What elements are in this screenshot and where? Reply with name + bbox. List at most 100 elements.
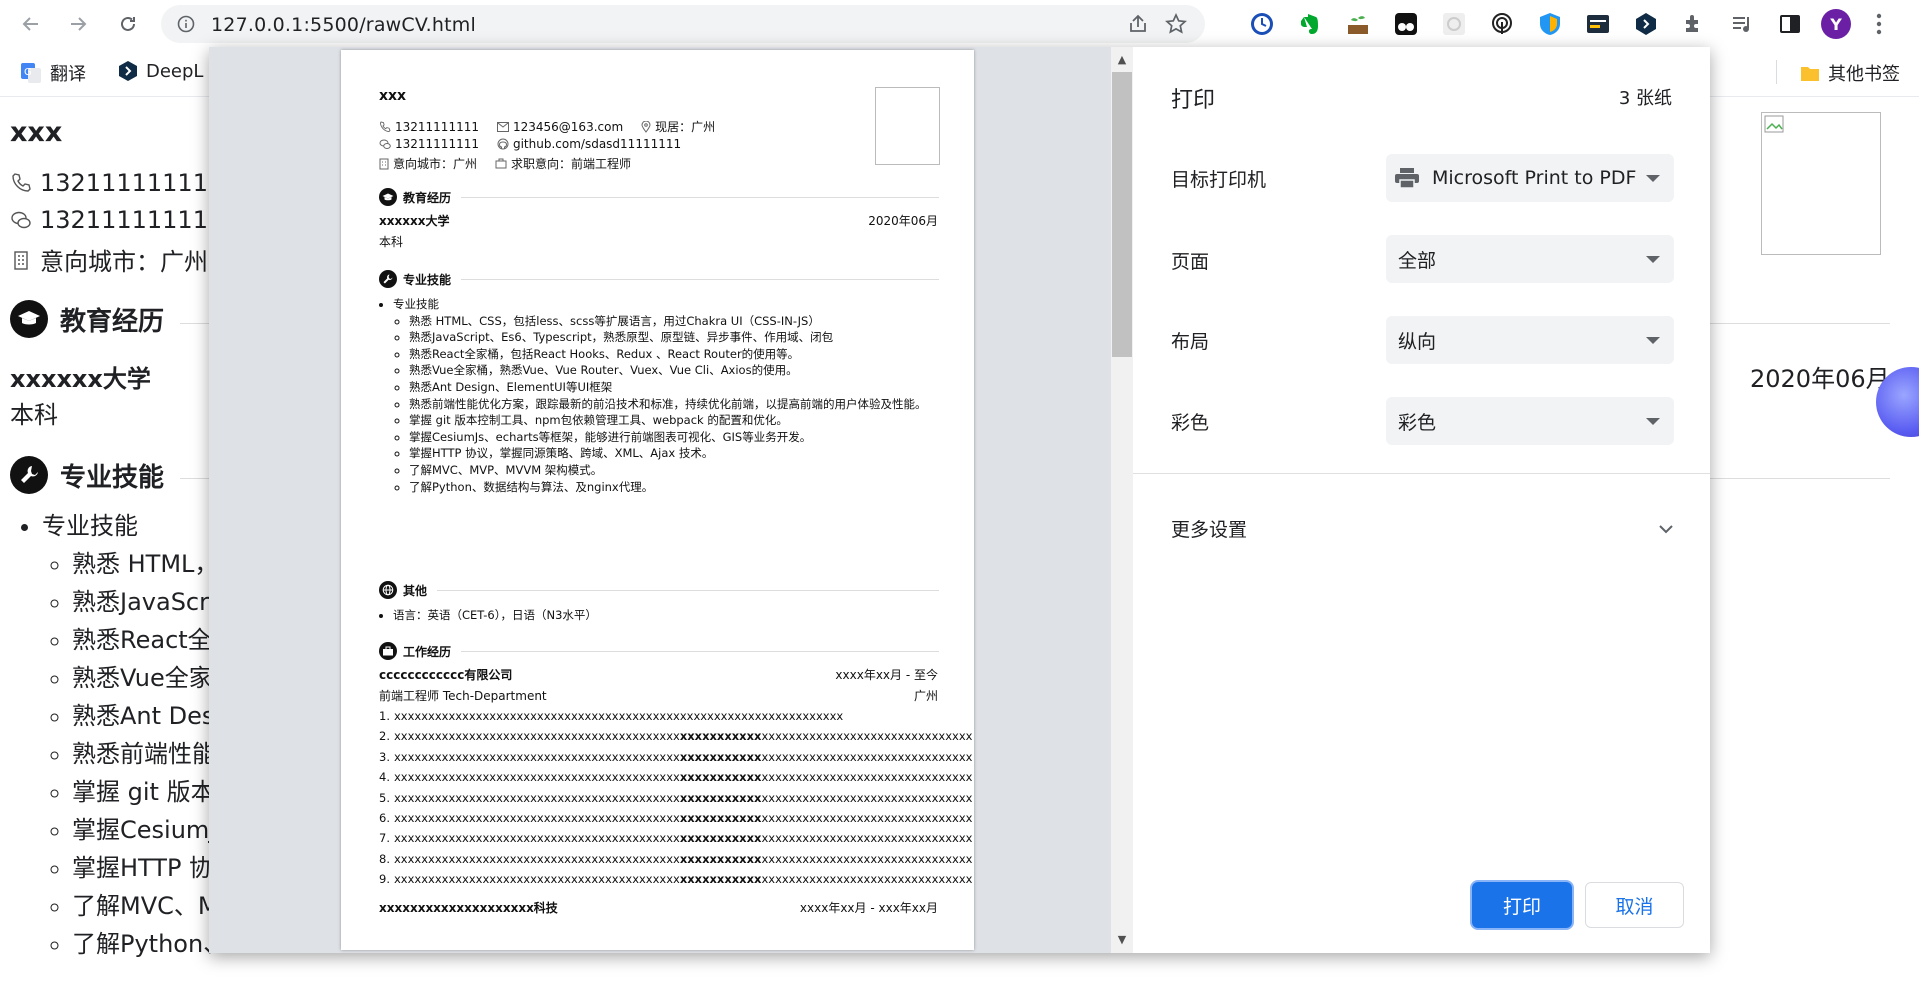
preview-intent-job: 求职意向：前端工程师 xyxy=(511,157,632,171)
destination-select[interactable]: Microsoft Print to PDF xyxy=(1386,154,1674,202)
deepl-icon xyxy=(119,61,137,81)
bg-wechat: 13211111111 xyxy=(40,206,208,234)
preview-scrollbar-thumb[interactable] xyxy=(1112,72,1132,357)
evernote-icon[interactable] xyxy=(1296,10,1324,38)
list-item: 熟悉Vue全家桶，熟悉Vue、Vue Router、Vuex、Vue Cli、A… xyxy=(409,362,953,379)
bookmark-translate[interactable]: G 翻译 xyxy=(20,60,86,86)
deepl-extension-icon[interactable] xyxy=(1632,10,1660,38)
preview-wechat: 13211111111 xyxy=(395,137,479,151)
bookmark-deepl-label: DeepL xyxy=(146,60,204,82)
preview-company-1: cccccccccccc有限公司 xyxy=(379,668,513,682)
destination-label: 目标打印机 xyxy=(1171,169,1267,191)
list-item: 3. xxxxxxxxxxxxxxxxxxxxxxxxxxxxxxxxxxxxxx… xyxy=(379,749,973,764)
print-button[interactable]: 打印 xyxy=(1472,882,1572,928)
sheet-count: 3 张纸 xyxy=(1618,88,1672,109)
side-panel-icon[interactable] xyxy=(1776,10,1804,38)
list-item: 掌握 git 版本 xyxy=(72,773,227,811)
list-item: 专业技能 熟悉 HTML， 熟悉JavaScri 熟悉React全 熟悉Vue全… xyxy=(42,507,227,963)
list-item: 语言：英语（CET-6），日语（N3水平） xyxy=(393,607,953,624)
settings-divider xyxy=(1133,473,1710,474)
forward-icon[interactable] xyxy=(62,8,94,40)
pages-select[interactable]: 全部 xyxy=(1386,235,1674,283)
back-icon[interactable] xyxy=(15,8,47,40)
graduation-cap-icon xyxy=(10,300,48,338)
grid-extension-icon[interactable] xyxy=(1440,10,1468,38)
list-item: 2. xxxxxxxxxxxxxxxxxxxxxxxxxxxxxxxxxxxxxx… xyxy=(379,729,973,744)
podcast-icon[interactable] xyxy=(1488,10,1516,38)
graduation-cap-icon xyxy=(379,188,397,206)
list-item: 熟悉React全 xyxy=(72,621,227,659)
list-item: 熟悉Ant Des xyxy=(72,697,227,735)
scroll-up-arrow-icon[interactable]: ▲ xyxy=(1114,53,1130,67)
preview-skills-title: 专业技能 xyxy=(403,272,452,287)
color-value: 彩色 xyxy=(1398,411,1437,434)
bg-skills-list: 专业技能 熟悉 HTML， 熟悉JavaScri 熟悉React全 熟悉Vue全… xyxy=(10,507,227,963)
list-item: 了解MVC、M xyxy=(72,887,227,925)
scroll-down-arrow-icon[interactable]: ▼ xyxy=(1114,933,1130,947)
reload-icon[interactable] xyxy=(112,8,144,40)
bookmark-star-icon[interactable] xyxy=(1165,13,1187,35)
card-extension-icon[interactable] xyxy=(1584,10,1612,38)
list-item: 熟悉 HTML， xyxy=(72,545,227,583)
preview-contact-row-3: 意向城市：广州 求职意向：前端工程师 xyxy=(379,155,631,172)
list-item: 掌握CesiumJs、echarts等框架，能够进行前端图表可视化、GIS等业务… xyxy=(409,429,953,446)
dropdown-caret-icon xyxy=(1646,336,1660,344)
browser-menu-icon[interactable] xyxy=(1876,12,1882,36)
bg-city-row: 意向城市：广州 xyxy=(10,242,208,277)
profile-avatar[interactable]: Y xyxy=(1821,9,1851,39)
bg-wechat-row: 13211111111 xyxy=(10,206,208,234)
list-item: 掌握HTTP 协议，掌握同源策略、跨域、XML、Ajax 技术。 xyxy=(409,445,953,462)
bookmark-other-label: 其他书签 xyxy=(1828,64,1900,85)
site-info-icon[interactable] xyxy=(177,15,195,33)
preview-skills-list: 专业技能 熟悉 HTML、CSS，包括less、scss等扩展语言，用过Chak… xyxy=(379,296,953,495)
clock-extension-icon[interactable] xyxy=(1248,10,1276,38)
list-item: 了解Python、 xyxy=(72,925,227,963)
broken-image-icon xyxy=(1764,115,1784,133)
list-item: 了解Python、数据结构与算法、及nginx代理。 xyxy=(409,479,953,496)
list-item: 掌握HTTP 协 xyxy=(72,849,227,887)
preview-degree: 本科 xyxy=(379,235,404,249)
preview-period-2: xxxx年xx月 - xxx年xx月 xyxy=(799,901,938,915)
preview-work-items: 1. xxxxxxxxxxxxxxxxxxxxxxxxxxxxxxxxxxxxxx… xyxy=(379,706,973,890)
url-text[interactable]: 127.0.0.1:5500/rawCV.html xyxy=(211,14,476,36)
more-settings-toggle[interactable]: 更多设置 xyxy=(1171,515,1674,542)
layout-value: 纵向 xyxy=(1398,330,1437,353)
browser-toolbar: 127.0.0.1:5500/rawCV.html Y xyxy=(0,0,1919,48)
print-preview-area[interactable]: xxx 13211111111 123456@163.com 现居：广州 132… xyxy=(209,47,1133,953)
bg-university: xxxxxx大学 xyxy=(10,365,151,393)
extensions-puzzle-icon[interactable] xyxy=(1680,10,1708,38)
wechat-icon xyxy=(379,139,391,149)
bookmark-deepl[interactable]: DeepL xyxy=(118,60,203,82)
list-item: 6. xxxxxxxxxxxxxxxxxxxxxxxxxxxxxxxxxxxxxx… xyxy=(379,811,973,826)
building-icon xyxy=(379,158,389,169)
preview-github: github.com/sdasd11111111 xyxy=(512,137,682,151)
preview-email: 123456@163.com xyxy=(512,119,624,134)
list-item: 8. xxxxxxxxxxxxxxxxxxxxxxxxxxxxxxxxxxxxxx… xyxy=(379,851,973,866)
preview-work-heading: 工作经历 xyxy=(379,642,939,660)
briefcase-icon xyxy=(379,642,397,660)
preview-other-heading: 其他 xyxy=(379,581,939,599)
address-bar[interactable]: 127.0.0.1:5500/rawCV.html xyxy=(161,5,1205,43)
list-item: 熟悉Vue全家 xyxy=(72,659,227,697)
bookmark-other-folder[interactable]: 其他书签 xyxy=(1800,60,1900,86)
layout-label: 布局 xyxy=(1171,331,1210,353)
print-dialog: xxx 13211111111 123456@163.com 现居：广州 132… xyxy=(209,47,1710,953)
list-item: 1. xxxxxxxxxxxxxxxxxxxxxxxxxxxxxxxxxxxxxx… xyxy=(379,709,844,723)
color-select[interactable]: 彩色 xyxy=(1386,397,1674,445)
media-control-icon[interactable] xyxy=(1728,10,1756,38)
shield-extension-icon[interactable] xyxy=(1536,10,1564,38)
list-item: 熟悉JavaScri xyxy=(72,583,227,621)
dropdown-caret-icon xyxy=(1646,255,1660,263)
tampermonkey-icon[interactable] xyxy=(1392,10,1420,38)
folder-icon xyxy=(1801,67,1819,81)
preview-contact-row-2: 13211111111 github.com/sdasd11111111 xyxy=(379,137,681,151)
preview-phone: 13211111111 xyxy=(395,119,479,134)
cancel-button[interactable]: 取消 xyxy=(1585,882,1684,928)
plant-extension-icon[interactable] xyxy=(1344,10,1372,38)
preview-contact-row-1: 13211111111 123456@163.com 现居：广州 xyxy=(379,118,715,135)
google-translate-icon: G xyxy=(21,63,41,83)
layout-select[interactable]: 纵向 xyxy=(1386,316,1674,364)
list-item: 了解MVC、MVP、MVVM 架构模式。 xyxy=(409,462,953,479)
share-icon[interactable] xyxy=(1127,13,1149,35)
list-item: 5. xxxxxxxxxxxxxxxxxxxxxxxxxxxxxxxxxxxxxx… xyxy=(379,790,973,805)
